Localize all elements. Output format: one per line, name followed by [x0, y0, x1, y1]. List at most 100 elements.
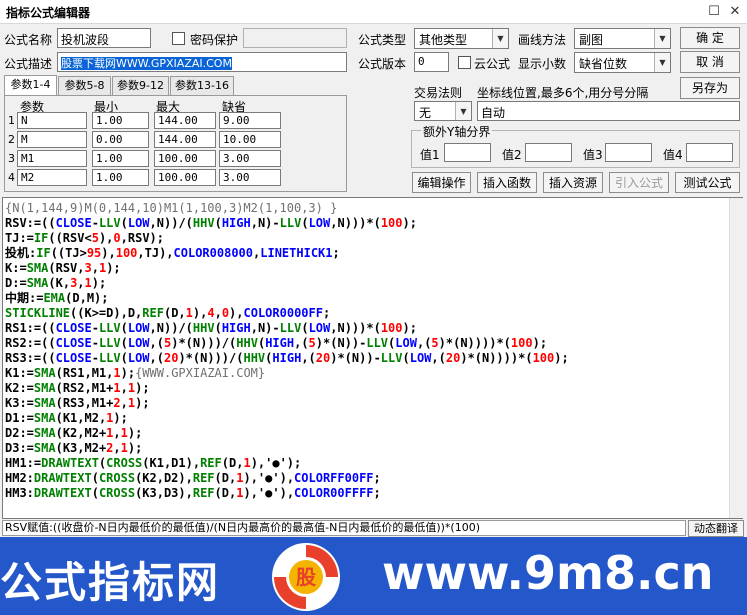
axis-value-3-label: 值3 [583, 148, 603, 162]
password-label: 密码保护 [190, 33, 239, 47]
code-line[interactable]: HM3:DRAWTEXT(CROSS(K3,D3),REF(D,1),'●'),… [5, 486, 381, 501]
close-icon[interactable]: ✕ [726, 4, 744, 20]
save-as-button[interactable]: 另存为 [680, 77, 740, 99]
param-def-input[interactable]: 9.00 [219, 112, 281, 129]
draw-method-value: 副图 [579, 33, 604, 47]
code-line[interactable]: RS1:=((CLOSE-LLV(LOW,N))/(HHV(HIGH,N)-LL… [5, 321, 417, 336]
axis-value-4-label: 值4 [663, 148, 683, 162]
code-line[interactable]: TJ:=IF((RSV<5),0,RSV); [5, 231, 164, 246]
tab-params-5-8[interactable]: 参数5-8 [58, 76, 111, 95]
trade-rule-label: 交易法则 [414, 86, 463, 100]
cancel-button[interactable]: 取 消 [680, 51, 740, 73]
formula-version-input[interactable]: 0 [414, 52, 449, 72]
param-max-input[interactable]: 144.00 [154, 112, 216, 129]
param-row-number: 2 [8, 133, 15, 146]
param-def-input[interactable]: 3.00 [219, 150, 281, 167]
window-title: 指标公式编辑器 [6, 6, 91, 20]
ok-button[interactable]: 确 定 [680, 27, 740, 49]
axis-value-3-input[interactable] [605, 143, 652, 162]
tab-params-13-16[interactable]: 参数13-16 [170, 76, 234, 95]
password-checkbox[interactable] [172, 32, 185, 45]
insert-function-button[interactable]: 插入函数 [477, 172, 537, 193]
code-line[interactable]: D1:=SMA(K1,M2,1); [5, 411, 128, 426]
test-formula-button[interactable]: 测试公式 [675, 172, 740, 193]
param-def-input[interactable]: 10.00 [219, 131, 281, 148]
formula-desc-input[interactable]: 股票下载网WWW.GPXIAZAI.COM [57, 52, 347, 72]
trade-rule-select[interactable]: 无 ▼ [414, 101, 472, 121]
formula-desc-label: 公式描述 [4, 57, 53, 71]
maximize-icon[interactable]: ☐ [705, 4, 723, 20]
insert-resource-button[interactable]: 插入资源 [543, 172, 603, 193]
formula-type-label: 公式类型 [358, 33, 407, 47]
param-row-number: 4 [8, 171, 15, 184]
code-line[interactable]: RSV:=((CLOSE-LLV(LOW,N))/(HHV(HIGH,N)-LL… [5, 216, 417, 231]
draw-method-select[interactable]: 副图 ▼ [574, 28, 671, 49]
formula-desc-value: 股票下载网WWW.GPXIAZAI.COM [61, 57, 232, 70]
chevron-down-icon: ▼ [492, 29, 508, 48]
decimal-value: 缺省位数 [579, 57, 628, 71]
code-line[interactable]: K1:=SMA(RS1,M1,1);{WWW.GPXIAZAI.COM} [5, 366, 265, 381]
formula-type-value: 其他类型 [419, 33, 468, 47]
code-line[interactable]: 中期:=EMA(D,M); [5, 291, 109, 306]
code-line[interactable]: HM1:=DRAWTEXT(CROSS(K1,D1),REF(D,1),'●')… [5, 456, 301, 471]
site-logo-icon: 股 [272, 543, 340, 611]
param-min-input[interactable]: 1.00 [92, 112, 149, 129]
decimal-select[interactable]: 缺省位数 ▼ [574, 52, 671, 73]
tab-params-9-12[interactable]: 参数9-12 [112, 76, 169, 95]
param-min-input[interactable]: 1.00 [92, 150, 149, 167]
editor-scrollbar[interactable] [729, 198, 743, 518]
axis-value-2-input[interactable] [525, 143, 572, 162]
param-max-input[interactable]: 100.00 [154, 150, 216, 167]
banner-site-name: 公式指标网 [0, 558, 221, 607]
code-line[interactable]: {N(1,144,9)M(0,144,10)M1(1,100,3)M2(1,10… [5, 201, 337, 216]
code-line[interactable]: K2:=SMA(RS2,M1+1,1); [5, 381, 150, 396]
param-max-input[interactable]: 144.00 [154, 131, 216, 148]
logo-glyph: 股 [296, 565, 316, 589]
banner-url: www.9m8.cn [382, 546, 714, 600]
axis-value-1-input[interactable] [444, 143, 491, 162]
cloud-formula-checkbox[interactable] [458, 56, 471, 69]
trade-rule-value: 无 [419, 106, 432, 120]
param-row-number: 1 [8, 114, 15, 127]
param-name-input[interactable]: M [17, 131, 87, 148]
code-line[interactable]: STICKLINE((K>=D),D,REF(D,1),4,0),COLOR00… [5, 306, 330, 321]
decimal-label: 显示小数 [518, 57, 567, 71]
code-line[interactable]: RS3:=((CLOSE-LLV(LOW,(20)*(N)))/(HHV(HIG… [5, 351, 569, 366]
param-def-input[interactable]: 3.00 [219, 169, 281, 186]
chevron-down-icon: ▼ [455, 102, 471, 120]
param-name-input[interactable]: N [17, 112, 87, 129]
extra-y-axis-label: 额外Y轴分界 [421, 123, 493, 140]
chevron-down-icon: ▼ [654, 53, 670, 72]
code-line[interactable]: D:=SMA(K,3,1); [5, 276, 106, 291]
title-bar: 指标公式编辑器 ☐ ✕ [0, 0, 747, 24]
code-line[interactable]: K:=SMA(RSV,3,1); [5, 261, 121, 276]
param-name-input[interactable]: M1 [17, 150, 87, 167]
coord-line-input[interactable]: 自动 [477, 101, 740, 121]
code-editor[interactable]: {N(1,144,9)M(0,144,10)M1(1,100,3)M2(1,10… [2, 197, 743, 519]
dynamic-translate-button[interactable]: 动态翻译 [688, 520, 744, 537]
code-line[interactable]: HM2:DRAWTEXT(CROSS(K2,D2),REF(D,1),'●'),… [5, 471, 381, 486]
edit-operations-button[interactable]: 编辑操作 [412, 172, 471, 193]
tab-params-1-4[interactable]: 参数1-4 [4, 75, 57, 96]
draw-method-label: 画线方法 [518, 33, 567, 47]
code-line[interactable]: RS2:=((CLOSE-LLV(LOW,(5)*(N)))/(HHV(HIGH… [5, 336, 547, 351]
code-line[interactable]: 投机:IF((TJ>95),100,TJ),COLOR008000,LINETH… [5, 246, 340, 261]
param-min-input[interactable]: 1.00 [92, 169, 149, 186]
code-line[interactable]: K3:=SMA(RS3,M1+2,1); [5, 396, 150, 411]
formula-name-input[interactable]: 投机波段 [57, 28, 151, 48]
code-line[interactable]: D2:=SMA(K2,M2+1,1); [5, 426, 142, 441]
param-max-input[interactable]: 100.00 [154, 169, 216, 186]
formula-type-select[interactable]: 其他类型 ▼ [414, 28, 509, 49]
import-formula-button[interactable]: 引入公式 [609, 172, 669, 193]
cloud-formula-label: 云公式 [474, 57, 511, 71]
formula-name-label: 公式名称 [4, 33, 53, 47]
param-row-number: 3 [8, 152, 15, 165]
password-input[interactable] [243, 28, 347, 48]
param-name-input[interactable]: M2 [17, 169, 87, 186]
param-min-input[interactable]: 0.00 [92, 131, 149, 148]
axis-value-1-label: 值1 [420, 148, 440, 162]
coord-line-label: 坐标线位置,最多6个,用分号分隔 [477, 86, 649, 100]
code-line[interactable]: D3:=SMA(K3,M2+2,1); [5, 441, 142, 456]
axis-value-4-input[interactable] [686, 143, 733, 162]
axis-value-2-label: 值2 [502, 148, 522, 162]
